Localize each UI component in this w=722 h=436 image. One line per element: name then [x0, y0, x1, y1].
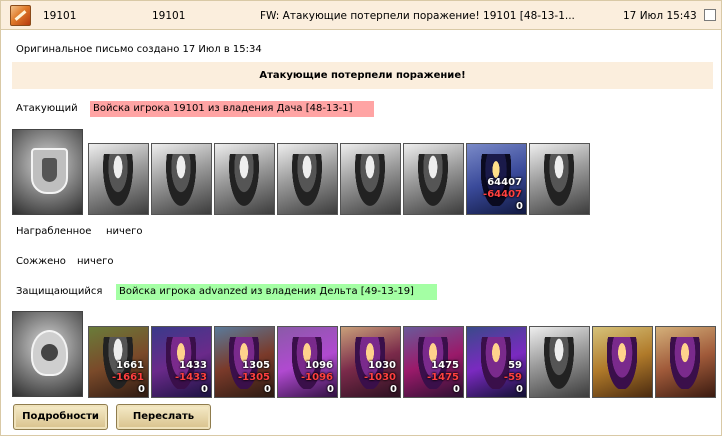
attacker-crest-icon [12, 129, 83, 215]
swordsman-unit-icon[interactable] [151, 143, 212, 215]
spider-unit-icon[interactable] [529, 326, 590, 398]
unit-count: 1305 [242, 360, 270, 371]
recipient: 19101 [152, 10, 186, 22]
unit-remaining: 0 [516, 384, 523, 395]
unit-losses: -1305 [238, 372, 270, 383]
troll-unit-icon[interactable]: 1661 -1661 0 [88, 326, 149, 398]
hooded-monk-unit-icon[interactable] [403, 143, 464, 215]
unit-remaining: 0 [390, 384, 397, 395]
attacker-label: Атакующий [16, 103, 78, 114]
loot-value: ничего [106, 226, 143, 237]
unit-count: 1096 [305, 360, 333, 371]
unit-losses: -1030 [364, 372, 396, 383]
defender-army: Войска игрока advanzed из владения Дельт… [116, 284, 437, 300]
sorceress-unit-icon[interactable]: 1475 -1475 0 [403, 326, 464, 398]
harpy-unit-icon[interactable]: 1096 -1096 0 [277, 326, 338, 398]
burned-value: ничего [77, 256, 114, 267]
defender-label: Защищающийся [16, 286, 103, 297]
unit-losses: -1433 [175, 372, 207, 383]
sender: 19101 [43, 10, 77, 22]
forward-button[interactable]: Переслать [116, 404, 211, 430]
unit-remaining: 0 [138, 384, 145, 395]
lich-unit-icon[interactable]: 59 -59 0 [466, 326, 527, 398]
beast-rider-unit-icon[interactable]: 1305 -1305 0 [214, 326, 275, 398]
defender-crest-icon [12, 311, 83, 397]
message-header: 19101 19101 FW: Атакующие потерпели пора… [1, 1, 721, 30]
message-type-icon [10, 5, 31, 26]
unit-losses: -64407 [483, 189, 522, 200]
unit-remaining: 0 [516, 201, 523, 212]
hero-unit-icon[interactable]: 64407 -64407 0 [466, 143, 527, 215]
unit-count: 59 [508, 360, 522, 371]
unit-count: 64407 [487, 177, 522, 188]
unit-remaining: 0 [327, 384, 334, 395]
archer-unit-icon[interactable] [340, 143, 401, 215]
select-checkbox[interactable] [704, 9, 716, 21]
unit-losses: -1096 [301, 372, 333, 383]
message-date: 17 Июл 15:43 [623, 10, 697, 22]
black-knight-unit-icon[interactable] [88, 143, 149, 215]
orb-creature-unit-icon[interactable] [592, 326, 653, 398]
unit-losses: -1475 [427, 372, 459, 383]
assassin-unit-icon[interactable]: 1433 -1433 0 [151, 326, 212, 398]
unit-count: 1475 [431, 360, 459, 371]
cavalry-unit-icon[interactable] [214, 143, 275, 215]
griffin-rider-unit-icon[interactable] [277, 143, 338, 215]
reaper-unit-icon[interactable] [529, 143, 590, 215]
unit-remaining: 0 [264, 384, 271, 395]
battle-result-banner: Атакующие потерпели поражение! [12, 62, 713, 89]
unit-remaining: 0 [453, 384, 460, 395]
subject: FW: Атакующие потерпели поражение! 19101… [260, 10, 575, 22]
unit-losses: -1661 [112, 372, 144, 383]
unit-count: 1030 [368, 360, 396, 371]
attacker-army: Войска игрока 19101 из владения Дача [48… [90, 101, 374, 117]
crystal-creature-unit-icon[interactable] [655, 326, 716, 398]
unit-remaining: 0 [201, 384, 208, 395]
dark-archer-unit-icon[interactable]: 1030 -1030 0 [340, 326, 401, 398]
burned-label: Сожжено [16, 256, 66, 267]
unit-count: 1433 [179, 360, 207, 371]
unit-count: 1661 [116, 360, 144, 371]
unit-losses: -59 [503, 372, 522, 383]
original-note: Оригинальное письмо создано 17 Июл в 15:… [16, 44, 262, 55]
details-button[interactable]: Подробности [13, 404, 108, 430]
loot-label: Награбленное [16, 226, 92, 237]
